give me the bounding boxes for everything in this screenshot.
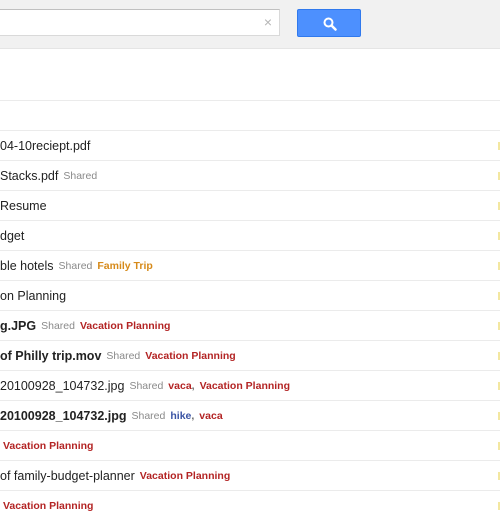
file-label[interactable]: Vacation Planning <box>140 470 230 482</box>
file-name[interactable]: Stacks.pdf <box>0 169 58 183</box>
file-label[interactable]: Vacation Planning <box>3 440 93 452</box>
shared-indicator: Shared <box>63 169 98 182</box>
search-button[interactable] <box>297 9 361 37</box>
file-label[interactable]: Vacation Planning <box>3 500 93 512</box>
close-icon[interactable]: × <box>264 14 272 30</box>
file-name[interactable]: g.JPG <box>0 319 36 333</box>
file-row[interactable]: of family-budget-planner Vacation Plannin… <box>0 460 500 490</box>
file-row[interactable]: of Philly trip.mov Shared Vacation Plannin… <box>0 340 500 370</box>
file-row[interactable]: Vacation Planning <box>0 490 500 520</box>
file-name[interactable]: on Planning <box>0 289 66 303</box>
file-label[interactable]: vaca <box>199 410 222 422</box>
file-row[interactable]: Resume <box>0 190 500 220</box>
file-list: 04-10reciept.pdf Stacks.pdf Shared Resume dg… <box>0 100 500 520</box>
shared-indicator: Shared <box>41 319 75 332</box>
file-label[interactable]: Vacation Planning <box>200 380 290 392</box>
label-separator: , <box>191 409 195 422</box>
file-row[interactable]: g.JPG Shared Vacation Planning <box>0 310 500 340</box>
file-label[interactable]: hike <box>170 410 191 422</box>
file-row[interactable]: 04-10reciept.pdf <box>0 130 500 160</box>
file-name[interactable]: 04-10reciept.pdf <box>0 139 90 153</box>
file-row[interactable]: Stacks.pdf Shared <box>0 160 500 190</box>
top-bar: × <box>0 0 500 49</box>
search-input[interactable]: × <box>0 9 280 36</box>
file-row[interactable]: 20100928_104732.jpg Shared vaca, Vacation P… <box>0 370 500 400</box>
file-row[interactable]: Vacation Planning <box>0 430 500 460</box>
shared-indicator: Shared <box>106 349 141 362</box>
file-label[interactable]: Family Trip <box>97 260 152 272</box>
label-separator: , <box>191 379 195 392</box>
file-row[interactable]: dget <box>0 220 500 250</box>
file-name[interactable]: 20100928_104732.jpg <box>0 409 127 423</box>
file-row[interactable] <box>0 100 500 130</box>
file-row[interactable]: ble hotels Shared Family Trip <box>0 250 500 280</box>
shared-indicator: Shared <box>131 409 166 422</box>
file-row[interactable]: on Planning <box>0 280 500 310</box>
file-label[interactable]: Vacation Planning <box>145 350 235 362</box>
shared-indicator: Shared <box>129 379 164 392</box>
file-label[interactable]: vaca <box>168 380 191 392</box>
file-name[interactable]: 20100928_104732.jpg <box>0 379 124 393</box>
file-name[interactable]: of Philly trip.mov <box>0 349 101 363</box>
file-name[interactable]: Resume <box>0 199 47 213</box>
file-label[interactable]: Vacation Planning <box>80 320 170 332</box>
file-name[interactable]: dget <box>0 229 24 243</box>
shared-indicator: Shared <box>58 259 93 272</box>
search-icon <box>323 17 337 31</box>
file-name[interactable]: ble hotels <box>0 259 54 273</box>
file-name[interactable]: of family-budget-planner <box>0 469 135 483</box>
file-row[interactable]: 20100928_104732.jpg Shared hike, vaca <box>0 400 500 430</box>
